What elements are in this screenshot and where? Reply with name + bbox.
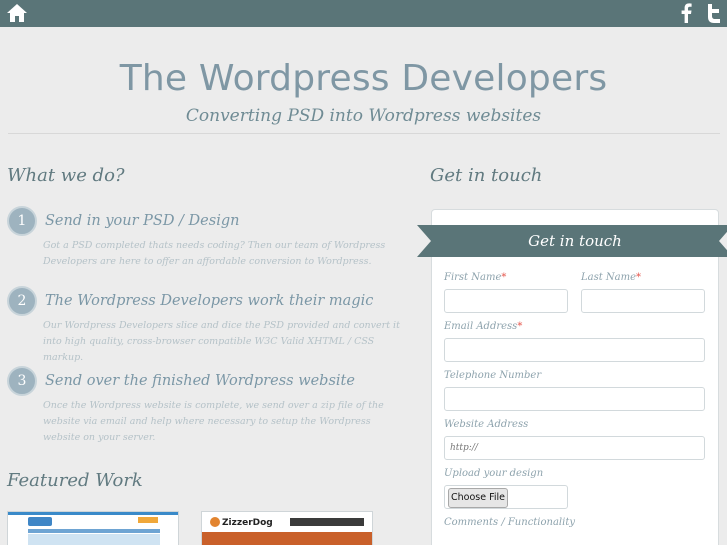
step-text-2: Our Wordpress Developers slice and dice …	[43, 320, 400, 363]
twitter-icon[interactable]	[703, 3, 723, 23]
paw-icon	[210, 517, 220, 527]
step-text-1: Got a PSD completed thats needs coding? …	[43, 240, 386, 267]
ribbon-tail-right	[719, 225, 727, 257]
website-label: Website Address	[444, 419, 529, 430]
last-name-label-text: Last Name	[581, 272, 637, 283]
email-label: Email Address*	[444, 321, 522, 332]
first-name-input[interactable]	[444, 289, 568, 313]
step-number-2: 2	[7, 286, 37, 316]
last-name-label: Last Name*	[581, 272, 641, 283]
get-in-touch-heading: Get in touch	[430, 165, 543, 186]
required-mark: *	[636, 272, 642, 283]
step-text-3: Once the Wordpress website is complete, …	[43, 400, 384, 443]
thumbnail-button	[138, 517, 158, 523]
facebook-icon[interactable]	[678, 3, 694, 23]
thumbnail-nav	[28, 529, 160, 533]
last-name-input[interactable]	[581, 289, 705, 313]
first-name-label-text: First Name	[444, 272, 502, 283]
phone-input[interactable]	[444, 387, 705, 411]
thumbnail-nav	[290, 518, 364, 526]
top-bar	[0, 0, 727, 27]
choose-file-button[interactable]: Choose File	[448, 488, 508, 508]
required-mark: *	[501, 272, 507, 283]
comments-label: Comments / Functionality	[444, 517, 575, 528]
email-input[interactable]	[444, 338, 705, 362]
ribbon-tail-left	[417, 225, 431, 257]
thumbnail-topbar	[8, 512, 178, 515]
thumbnail-logo-text: ZizzerDog	[222, 518, 273, 528]
thumbnail-hero	[28, 534, 160, 545]
home-icon[interactable]	[6, 3, 28, 23]
featured-thumbnail-1[interactable]	[7, 511, 179, 545]
featured-thumbnail-2[interactable]: ZizzerDog	[201, 511, 373, 545]
site-tagline: Converting PSD into Wordpress websites	[185, 106, 542, 126]
website-input[interactable]	[444, 436, 705, 460]
contact-form-title: Get in touch	[431, 225, 719, 257]
header-divider	[8, 133, 720, 134]
step-number-1: 1	[7, 206, 37, 236]
thumbnail-logo	[28, 517, 52, 526]
required-mark: *	[517, 321, 523, 332]
thumbnail-hero	[202, 532, 372, 545]
what-we-do-heading: What we do?	[7, 165, 125, 186]
step-number-3: 3	[7, 366, 37, 396]
featured-work-heading: Featured Work	[7, 470, 143, 491]
email-label-text: Email Address	[444, 321, 518, 332]
step-title-2: The Wordpress Developers work their magi…	[45, 293, 374, 309]
phone-label: Telephone Number	[444, 370, 542, 381]
step-title-1: Send in your PSD / Design	[45, 213, 240, 229]
site-title: The Wordpress Developers	[119, 58, 608, 99]
first-name-label: First Name*	[444, 272, 506, 283]
upload-label: Upload your design	[444, 468, 544, 479]
step-title-3: Send over the finished Wordpress website	[45, 373, 355, 389]
